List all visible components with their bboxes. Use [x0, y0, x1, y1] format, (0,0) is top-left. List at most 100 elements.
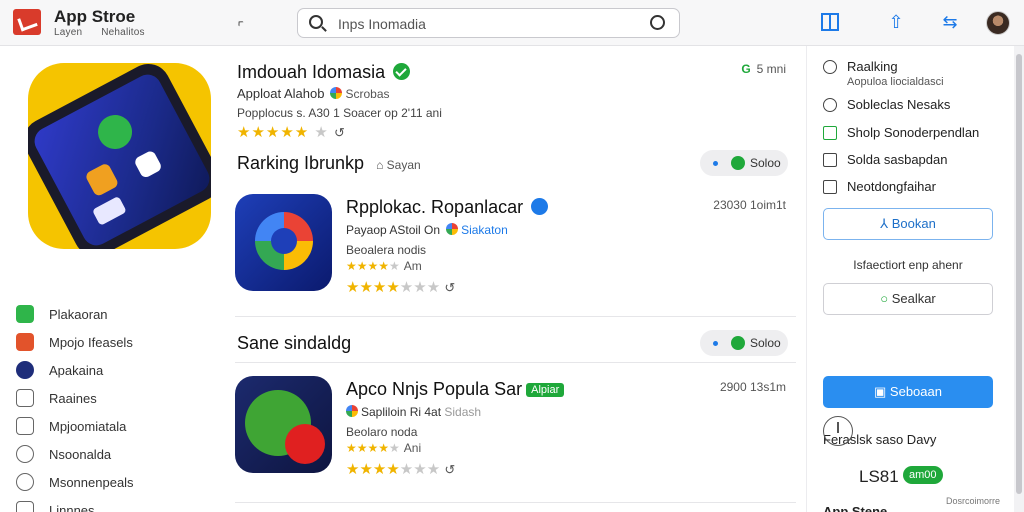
section-filter-pill[interactable]: Soloo: [700, 330, 788, 356]
apps-icon: [16, 361, 34, 379]
search-input[interactable]: Inps Inomadia: [338, 16, 426, 32]
app-icon-android[interactable]: [235, 376, 332, 473]
timer-icon: [823, 416, 853, 446]
search-icon: [309, 15, 323, 29]
search-bar[interactable]: Inps Inomadia: [297, 8, 680, 38]
store-icon: [16, 305, 34, 323]
chrome-icon: [446, 223, 459, 235]
person-icon: ⅄: [880, 216, 892, 231]
right-item-2[interactable]: Sobleclas Nesaks: [823, 97, 950, 112]
featured-app-title[interactable]: Imdouah Idomasia: [237, 62, 411, 83]
app-developer[interactable]: Sapliloin Ri 4at Sidash: [346, 405, 481, 419]
featured-developer[interactable]: Apploat Alahob Scrobas: [237, 86, 390, 101]
divider: [235, 502, 796, 503]
document-icon: [16, 417, 34, 435]
bookan-button[interactable]: ⅄ Bookan: [823, 208, 993, 240]
back-icon[interactable]: ‹: [233, 15, 249, 31]
seboaan-button[interactable]: ▣ Seboaan: [823, 376, 993, 408]
top-bar: App Stroe Layen Nehalitos ‹ Inps Inomadi…: [0, 0, 1024, 46]
clock-icon: [823, 59, 837, 74]
app-size: 23030 1oim1t: [713, 198, 786, 212]
sidebar-item-apakaina[interactable]: Apakaina: [16, 356, 196, 384]
divider: [235, 316, 796, 317]
settings-icon: [16, 473, 34, 491]
main-content: Imdouah Idomasia G5 mni Apploat Alahob Sc…: [222, 46, 796, 512]
sidebar-item-label: Linnnes: [49, 502, 95, 512]
app-rating-stars: ★★★★★★★ ↺: [346, 461, 456, 478]
card-icon: ▣: [874, 384, 890, 399]
list-icon: [16, 389, 34, 407]
circle-icon: ○: [880, 291, 892, 306]
featured-rating-stars: ★★★★★ ★ ↺: [237, 124, 346, 141]
share-icon[interactable]: ⇧: [887, 13, 905, 31]
sidebar-item-label: Msonnenpeals: [49, 474, 134, 490]
featured-meta: Popplocus s. A30 1 Soacer op 2'11 ani: [237, 106, 442, 120]
featured-price: G5 mni: [741, 62, 786, 76]
section-title-sane: Sane sindaldg: [237, 333, 352, 353]
sidebar-item-label: Plakaoran: [49, 306, 108, 322]
app-category: Beoalera nodis: [346, 243, 427, 257]
sidebar-item-mpjoomiatala[interactable]: Mpjoomiatala: [16, 412, 196, 440]
chrome-icon: [330, 87, 343, 99]
right-note: Isfaectiort enp ahenr: [853, 258, 963, 272]
timer-badge: am00: [903, 466, 943, 484]
app-card[interactable]: Apco Nnjs Popula Sar Alpiar 2900 13s1m Sa…: [222, 376, 796, 496]
scrollbar-thumb[interactable]: [1016, 54, 1022, 494]
ranking-link[interactable]: Raalking: [823, 59, 898, 74]
app-badge: Alpiar: [526, 383, 565, 397]
sidebar-item-label: Mpojo Ifeasels: [49, 334, 133, 350]
avatar[interactable]: [986, 11, 1010, 35]
right-item-3[interactable]: Sholp Sonoderpendlan: [823, 125, 979, 140]
sidebar-item-raaines[interactable]: Raaines: [16, 384, 196, 412]
sidebar-item-nsoonalda[interactable]: Nsoonalda: [16, 440, 196, 468]
search-icon: [16, 445, 34, 463]
sidebar-item-label: Apakaina: [49, 362, 104, 378]
subtitle-tab-2[interactable]: Nehalitos: [101, 27, 145, 38]
section-filter-pill[interactable]: Soloo: [700, 150, 788, 176]
sidebar-item-label: Raaines: [49, 390, 97, 406]
divider: [235, 362, 796, 363]
chrome-icon: [346, 405, 358, 417]
grid-icon[interactable]: [821, 13, 839, 31]
sealkar-button[interactable]: ○ Sealkar: [823, 283, 993, 315]
sidebar-item-linnnes[interactable]: Linnnes: [16, 496, 196, 512]
grid-icon: [823, 152, 837, 167]
games-icon: [16, 333, 34, 351]
bottom-note: Dosrcoimorre: [945, 496, 1000, 506]
app-developer[interactable]: Payaop AStoil On Siakaton: [346, 223, 508, 237]
bookmark-icon: [16, 501, 34, 512]
app-rating-small: ★★★★★ Am: [346, 259, 422, 273]
featured-app-image[interactable]: [28, 63, 211, 249]
sync-icon[interactable]: ⇆: [941, 13, 959, 31]
scrollbar[interactable]: [1014, 46, 1024, 512]
app-name[interactable]: Rpplokac. Ropanlacar: [346, 197, 549, 218]
section-title-ranking: Rarking Ibrunkp ⌂ Sayan: [237, 153, 421, 173]
verified-icon: [393, 63, 411, 80]
right-item-5[interactable]: Neotdongfaihar: [823, 179, 936, 194]
sidebar-item-mpojo[interactable]: Mpojo Ifeasels: [16, 328, 196, 356]
timer-value: LS81: [859, 467, 899, 486]
verified-icon: [531, 198, 549, 215]
bottom-label: App Stene: [823, 504, 888, 512]
app-icon-colorful[interactable]: [235, 194, 332, 291]
play-icon: [731, 156, 745, 170]
app-category: Beolaro noda: [346, 425, 418, 439]
sidebar-item-plakaoran[interactable]: Plakaoran: [16, 300, 196, 328]
app-rating-stars: ★★★★★★★ ↺: [346, 279, 456, 296]
sidebar-item-msonnenpeals[interactable]: Msonnenpeals: [16, 468, 196, 496]
app-card[interactable]: Rpplokac. Ropanlacar 23030 1oim1t Payaop…: [222, 194, 796, 314]
app-title: App Stroe: [54, 7, 136, 26]
microphone-icon[interactable]: [650, 15, 665, 30]
right-item-4[interactable]: Solda sasbapdan: [823, 152, 947, 167]
app-subtitle: Layen Nehalitos: [54, 27, 161, 38]
sidebar-item-label: Nsoonalda: [49, 446, 112, 462]
chart-icon: [823, 179, 837, 194]
g-icon: G: [741, 62, 751, 76]
shop-icon: [823, 125, 837, 140]
subtitle-tab-1[interactable]: Layen: [54, 27, 82, 38]
app-rating-small: ★★★★★ Ani: [346, 441, 422, 455]
app-name[interactable]: Apco Nnjs Popula Sar Alpiar: [346, 379, 565, 400]
app-size: 2900 13s1m: [719, 380, 786, 394]
right-panel: Raalking Aopuloa liocialdasci Sobleclas …: [806, 46, 1010, 512]
gear-icon: [823, 97, 837, 112]
